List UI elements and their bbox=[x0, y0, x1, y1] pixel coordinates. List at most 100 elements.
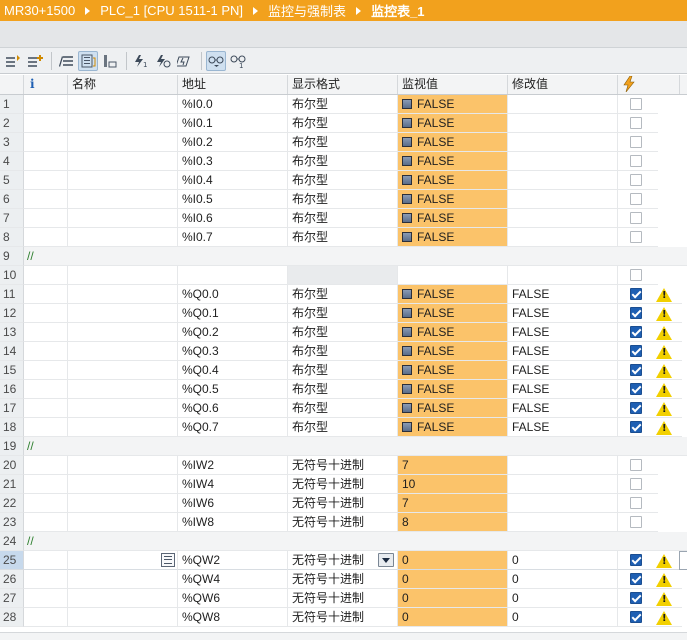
table-row[interactable]: 17 %Q0.6 布尔型 FALSE FALSE! bbox=[0, 399, 687, 418]
modify-enable-cell[interactable] bbox=[618, 133, 658, 152]
modify-value-cell[interactable] bbox=[508, 513, 618, 532]
address-cell[interactable]: %Q0.6 bbox=[178, 399, 288, 418]
name-cell[interactable] bbox=[68, 361, 178, 380]
display-format-cell[interactable]: 布尔型 bbox=[288, 342, 398, 361]
modify-enable-checkbox[interactable] bbox=[630, 136, 642, 148]
modify-enable-checkbox[interactable] bbox=[630, 307, 642, 319]
row-number[interactable]: 16 bbox=[0, 380, 24, 399]
address-cell[interactable]: %QW2 bbox=[178, 551, 288, 570]
basic-mode-icon[interactable] bbox=[100, 51, 120, 71]
info-cell[interactable] bbox=[24, 551, 68, 570]
row-number[interactable]: 20 bbox=[0, 456, 24, 475]
info-cell[interactable] bbox=[24, 228, 68, 247]
modify-enable-checkbox[interactable] bbox=[630, 345, 642, 357]
modify-value-cell[interactable] bbox=[508, 190, 618, 209]
header-monitor-value[interactable]: 监视值 bbox=[398, 75, 508, 94]
display-format-cell[interactable]: 布尔型 bbox=[288, 133, 398, 152]
address-cell[interactable]: %IW4 bbox=[178, 475, 288, 494]
address-cell[interactable]: %I0.7 bbox=[178, 228, 288, 247]
address-cell[interactable]: %I0.5 bbox=[178, 190, 288, 209]
modify-value-cell[interactable]: FALSE bbox=[508, 399, 618, 418]
info-cell[interactable] bbox=[24, 304, 68, 323]
modify-enable-checkbox[interactable] bbox=[630, 516, 642, 528]
breadcrumb-plc[interactable]: PLC_1 [CPU 1511-1 PN] bbox=[96, 3, 243, 18]
comment-row[interactable]: 9// bbox=[0, 247, 687, 266]
row-number[interactable]: 6 bbox=[0, 190, 24, 209]
comment-row[interactable]: 19// bbox=[0, 437, 687, 456]
address-cell[interactable]: %QW8 bbox=[178, 608, 288, 627]
table-row[interactable]: 25 %QW2 无符号十进制 0 0! bbox=[0, 551, 687, 570]
enable-peripheral-outputs-icon[interactable] bbox=[175, 51, 195, 71]
table-row[interactable]: 18 %Q0.7 布尔型 FALSE FALSE! bbox=[0, 418, 687, 437]
modify-value-cell[interactable] bbox=[508, 266, 618, 285]
name-cell[interactable] bbox=[68, 228, 178, 247]
address-cell[interactable]: %IW6 bbox=[178, 494, 288, 513]
modify-value-cell[interactable] bbox=[508, 133, 618, 152]
info-cell[interactable] bbox=[24, 608, 68, 627]
modify-enable-checkbox[interactable] bbox=[630, 288, 642, 300]
display-format-cell[interactable]: 布尔型 bbox=[288, 361, 398, 380]
table-row[interactable]: 7 %I0.6 布尔型 FALSE bbox=[0, 209, 687, 228]
row-number[interactable]: 10 bbox=[0, 266, 24, 285]
address-cell[interactable]: %IW8 bbox=[178, 513, 288, 532]
modify-enable-checkbox[interactable] bbox=[630, 478, 642, 490]
display-format-cell[interactable]: 布尔型 bbox=[288, 380, 398, 399]
modify-enable-cell[interactable] bbox=[618, 475, 658, 494]
table-row[interactable]: 26 %QW4 无符号十进制 0 0! bbox=[0, 570, 687, 589]
name-cell[interactable] bbox=[68, 551, 178, 570]
empty-row[interactable]: 10 bbox=[0, 266, 687, 285]
info-cell[interactable] bbox=[24, 323, 68, 342]
row-number[interactable]: 9 bbox=[0, 247, 24, 266]
comment-text[interactable]: // bbox=[24, 532, 687, 551]
modify-value-cell[interactable] bbox=[508, 95, 618, 114]
address-cell[interactable]: %Q0.2 bbox=[178, 323, 288, 342]
modify-value-cell[interactable]: 0 bbox=[508, 589, 618, 608]
name-cell[interactable] bbox=[68, 589, 178, 608]
modify-enable-checkbox[interactable] bbox=[630, 383, 642, 395]
modify-value-cell[interactable]: 0 bbox=[508, 570, 618, 589]
display-format-cell[interactable]: 布尔型 bbox=[288, 228, 398, 247]
row-number[interactable]: 7 bbox=[0, 209, 24, 228]
info-cell[interactable] bbox=[24, 380, 68, 399]
modify-enable-checkbox[interactable] bbox=[630, 592, 642, 604]
expanded-mode-icon[interactable] bbox=[78, 50, 98, 71]
table-row[interactable]: 5 %I0.4 布尔型 FALSE bbox=[0, 171, 687, 190]
address-cell[interactable]: %QW6 bbox=[178, 589, 288, 608]
table-row[interactable]: 3 %I0.2 布尔型 FALSE bbox=[0, 133, 687, 152]
modify-enable-cell[interactable] bbox=[618, 266, 658, 285]
header-comment[interactable] bbox=[680, 75, 687, 94]
modify-enable-checkbox[interactable] bbox=[630, 402, 642, 414]
name-cell[interactable] bbox=[68, 570, 178, 589]
display-format-cell[interactable]: 布尔型 bbox=[288, 95, 398, 114]
display-format-cell[interactable] bbox=[288, 266, 398, 285]
table-row[interactable]: 1 %I0.0 布尔型 FALSE bbox=[0, 95, 687, 114]
display-format-cell[interactable]: 无符号十进制 bbox=[288, 475, 398, 494]
name-cell[interactable] bbox=[68, 171, 178, 190]
row-number[interactable]: 1 bbox=[0, 95, 24, 114]
address-cell[interactable]: %I0.6 bbox=[178, 209, 288, 228]
modify-value-cell[interactable]: FALSE bbox=[508, 304, 618, 323]
name-cell[interactable] bbox=[68, 152, 178, 171]
info-cell[interactable] bbox=[24, 266, 68, 285]
comment-text[interactable]: // bbox=[24, 247, 687, 266]
name-cell[interactable] bbox=[68, 114, 178, 133]
name-cell[interactable] bbox=[68, 513, 178, 532]
row-number[interactable]: 22 bbox=[0, 494, 24, 513]
modify-value-cell[interactable] bbox=[508, 456, 618, 475]
modify-value-cell[interactable]: FALSE bbox=[508, 380, 618, 399]
modify-with-trigger-icon[interactable] bbox=[153, 51, 173, 71]
row-number[interactable]: 14 bbox=[0, 342, 24, 361]
modify-value-cell[interactable]: FALSE bbox=[508, 285, 618, 304]
address-cell[interactable]: %IW2 bbox=[178, 456, 288, 475]
modify-enable-cell[interactable] bbox=[618, 190, 658, 209]
header-modify-enable[interactable] bbox=[618, 75, 680, 94]
display-format-cell[interactable]: 布尔型 bbox=[288, 304, 398, 323]
table-row[interactable]: 22 %IW6 无符号十进制 7 bbox=[0, 494, 687, 513]
display-format-cell[interactable]: 无符号十进制 bbox=[288, 570, 398, 589]
display-format-cell[interactable]: 布尔型 bbox=[288, 114, 398, 133]
info-cell[interactable] bbox=[24, 190, 68, 209]
modify-enable-cell[interactable] bbox=[618, 209, 658, 228]
row-number[interactable]: 25 bbox=[0, 551, 24, 570]
modify-value-cell[interactable]: FALSE bbox=[508, 323, 618, 342]
display-format-cell[interactable]: 无符号十进制 bbox=[288, 456, 398, 475]
